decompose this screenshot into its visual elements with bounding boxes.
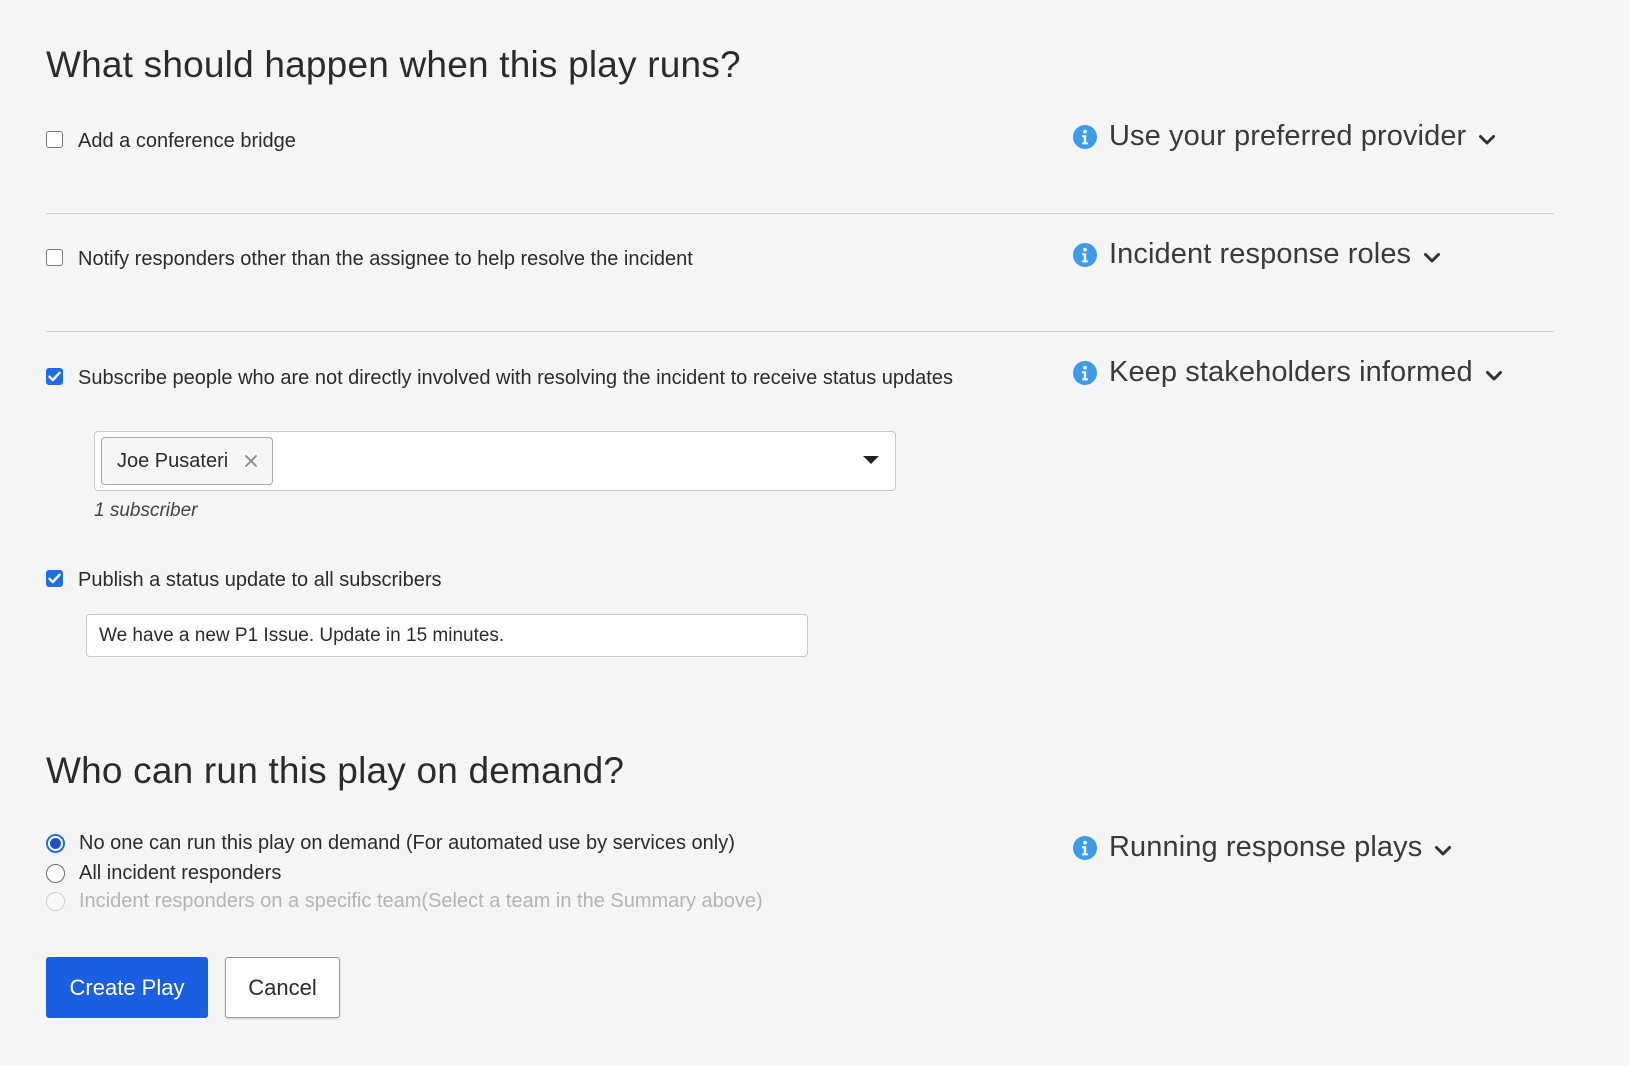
status-update-input[interactable] [86,614,808,657]
info-icon [1073,124,1097,149]
option-publish: Publish a status update to all subscribe… [46,566,442,594]
option-notify-responders: Notify responders other than the assigne… [46,245,693,273]
radio-option-all-responders[interactable]: All incident responders [46,862,281,885]
chevron-down-icon [1485,370,1502,380]
chevron-down-icon [1424,252,1441,262]
info-icon [1073,835,1097,860]
subscriber-count: 1 subscriber [94,500,198,521]
info-icon [1073,360,1097,385]
notify-responders-label: Notify responders other than the assigne… [78,248,693,270]
radio-label: All incident responders [79,862,282,884]
chevron-down-icon [1435,845,1452,855]
help-text-running-plays: Running response plays [1109,831,1423,863]
radio-label: No one can run this play on demand (For … [79,832,735,854]
checkmark-icon [48,371,61,382]
divider [46,331,1554,332]
cancel-button[interactable]: Cancel [225,957,340,1018]
caret-down-icon[interactable] [863,455,879,465]
radio-option-specific-team: Incident responders on a specific team(S… [46,890,763,913]
conference-bridge-checkbox[interactable] [46,131,63,148]
subscribe-checkbox[interactable] [46,368,63,385]
divider [46,213,1554,214]
radio-option-no-one[interactable]: No one can run this play on demand (For … [46,832,735,855]
close-icon[interactable] [244,454,258,468]
info-icon [1073,242,1097,267]
option-subscribe: Subscribe people who are not directly in… [46,364,958,392]
subscriber-chip: Joe Pusateri [101,437,274,485]
radio-label: Incident responders on a specific team(S… [79,890,763,912]
publish-checkbox[interactable] [46,570,63,587]
subscribe-label: Subscribe people who are not directly in… [78,367,953,389]
checkmark-icon [48,573,61,584]
help-text-response-roles: Incident response roles [1109,238,1412,270]
help-toggle-response-roles[interactable]: Incident response roles [1073,238,1441,271]
radio-button[interactable] [46,864,65,883]
option-conference-bridge: Add a conference bridge [46,127,296,155]
subscriber-chip-label: Joe Pusateri [117,449,229,472]
subscriber-select[interactable]: Joe Pusateri [94,431,896,491]
help-toggle-conference-bridge[interactable]: Use your preferred provider [1073,120,1496,153]
help-text-conference-bridge: Use your preferred provider [1109,120,1467,152]
notify-responders-checkbox[interactable] [46,249,63,266]
help-toggle-stakeholders[interactable]: Keep stakeholders informed [1073,356,1503,389]
chevron-down-icon [1479,134,1496,144]
help-toggle-running-plays[interactable]: Running response plays [1073,831,1452,864]
publish-label: Publish a status update to all subscribe… [78,569,442,591]
help-text-stakeholders: Keep stakeholders informed [1109,356,1473,388]
radio-button[interactable] [46,834,65,853]
radio-button [46,892,65,911]
create-play-button[interactable]: Create Play [46,957,208,1018]
conference-bridge-label: Add a conference bridge [78,130,296,152]
section-heading-on-demand: Who can run this play on demand? [46,750,625,791]
section-heading-play-runs: What should happen when this play runs? [46,44,741,85]
